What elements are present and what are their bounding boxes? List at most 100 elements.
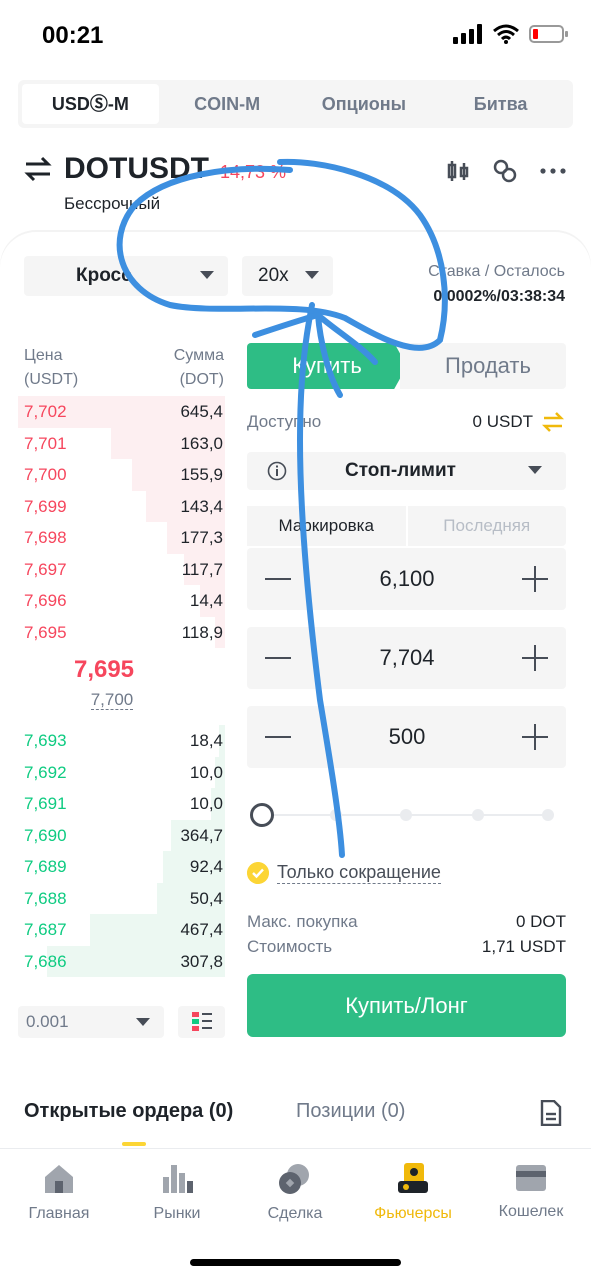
- candlestick-chart-icon[interactable]: [446, 159, 470, 183]
- amount-header-line: Сумма: [173, 347, 224, 364]
- bid-rows: 7,693 18,4 7,692 10,0 7,691 10,0 7,690 364,7 7,6…: [18, 725, 225, 977]
- tab-battle[interactable]: Битва: [432, 84, 569, 124]
- limit-price-input[interactable]: 7,704: [307, 645, 507, 671]
- max-buy-label: Макс. покупка: [247, 912, 358, 931]
- sell-tab[interactable]: Продать: [400, 343, 566, 389]
- amount-input[interactable]: 500: [307, 724, 507, 750]
- nav-home[interactable]: Главная: [0, 1163, 118, 1223]
- bid-row[interactable]: 7,693 18,4: [18, 725, 225, 757]
- contract-type-tabs: USDⓈ-M COIN-M Опционы Битва: [18, 80, 573, 128]
- reduce-only-option[interactable]: Только сокращение: [247, 862, 441, 884]
- margin-mode-select[interactable]: Кросс: [24, 256, 228, 296]
- cost-label: Стоимость: [247, 937, 333, 956]
- amount-slider[interactable]: [250, 802, 560, 828]
- ask-row[interactable]: 7,702 645,4: [18, 396, 225, 428]
- order-type-select[interactable]: Стоп-лимит: [247, 452, 566, 490]
- price-header-unit: (USDT): [24, 371, 79, 388]
- transfer-icon[interactable]: [541, 410, 565, 434]
- info-icon[interactable]: [267, 461, 287, 481]
- ask-amount: 177,3: [180, 528, 223, 547]
- nav-futures-label: Фьючерсы: [374, 1205, 452, 1222]
- tab-mark-price[interactable]: Маркировка: [247, 506, 408, 546]
- nav-wallet-label: Кошелек: [498, 1203, 564, 1220]
- minus-icon[interactable]: [265, 578, 291, 580]
- order-book-layout-button[interactable]: [178, 1006, 225, 1038]
- slider-step-25[interactable]: [330, 809, 342, 821]
- nav-futures[interactable]: Фьючерсы: [354, 1163, 472, 1223]
- minus-icon[interactable]: [265, 657, 291, 659]
- ask-row[interactable]: 7,700 155,9: [18, 459, 225, 491]
- last-price[interactable]: 7,695: [24, 656, 184, 684]
- leverage-select[interactable]: 20x: [242, 256, 333, 296]
- bid-amount: 10,0: [189, 762, 223, 782]
- minus-icon[interactable]: [265, 736, 291, 738]
- symbol-change: -14,73 %: [214, 162, 287, 182]
- checkmark-icon[interactable]: [247, 862, 269, 884]
- price-header-line: Цена: [24, 347, 63, 364]
- buy-tab[interactable]: Купить: [247, 343, 407, 389]
- reduce-only-label: Только сокращение: [277, 862, 441, 884]
- bid-row[interactable]: 7,687 467,4: [18, 914, 225, 946]
- bid-row[interactable]: 7,688 50,4: [18, 882, 225, 914]
- ask-row[interactable]: 7,698 177,3: [18, 522, 225, 554]
- ask-price: 7,701: [24, 433, 67, 453]
- slider-step-100[interactable]: [542, 809, 554, 821]
- tab-usds-m[interactable]: USDⓈ-M: [22, 84, 159, 124]
- plus-icon[interactable]: [522, 724, 548, 750]
- stop-price-input[interactable]: 6,100: [307, 566, 507, 592]
- amount-header-unit: (DOT): [179, 371, 224, 388]
- slider-knob[interactable]: [250, 803, 274, 827]
- slider-step-50[interactable]: [400, 809, 412, 821]
- mark-price-value: 7,700: [90, 690, 134, 710]
- order-history-icon[interactable]: [540, 1100, 562, 1126]
- bid-row[interactable]: 7,689 92,4: [18, 851, 225, 883]
- tab-coin-m[interactable]: COIN-M: [159, 84, 296, 124]
- header-icons: [446, 158, 566, 184]
- bid-price: 7,691: [24, 794, 67, 813]
- ask-price: 7,699: [24, 496, 67, 516]
- caret-down-icon: [305, 271, 319, 279]
- ask-row[interactable]: 7,697 117,7: [18, 553, 225, 585]
- bid-row[interactable]: 7,692 10,0: [18, 756, 225, 788]
- status-icons: [453, 24, 569, 44]
- price-step-select[interactable]: 0.001: [18, 1006, 164, 1038]
- ask-price: 7,700: [24, 465, 67, 484]
- swap-pairs-icon[interactable]: [24, 156, 52, 182]
- stop-price-stepper: 6,100: [247, 548, 566, 610]
- symbol-name[interactable]: DOTUSDT: [64, 152, 209, 186]
- cost-value: 1,71 USDT: [481, 937, 566, 956]
- bid-price: 7,686: [24, 951, 67, 971]
- bid-amount: 467,4: [180, 920, 223, 939]
- nav-wallet[interactable]: Кошелек: [472, 1163, 590, 1221]
- ask-row[interactable]: 7,696 14,4: [18, 585, 225, 617]
- bid-row[interactable]: 7,690 364,7: [18, 819, 225, 851]
- strategy-icon[interactable]: [492, 158, 518, 184]
- bid-row[interactable]: 7,691 10,0: [18, 788, 225, 820]
- amount-column-header: Сумма (DOT): [174, 344, 224, 392]
- limit-price-stepper: 7,704: [247, 627, 566, 689]
- nav-home-label: Главная: [28, 1205, 90, 1222]
- home-indicator: [190, 1259, 401, 1266]
- status-bar: 00:21: [0, 0, 591, 72]
- tab-last-price[interactable]: Последняя: [408, 506, 567, 546]
- home-icon: [45, 1165, 73, 1193]
- buy-long-button[interactable]: Купить/Лонг: [247, 974, 566, 1037]
- tab-options[interactable]: Опционы: [296, 84, 433, 124]
- bid-row[interactable]: 7,686 307,8: [18, 945, 225, 977]
- ask-row[interactable]: 7,695 118,9: [18, 616, 225, 648]
- nav-markets[interactable]: Рынки: [118, 1163, 236, 1223]
- funding-value: 0.0002%/03:38:34: [433, 288, 565, 305]
- ask-row[interactable]: 7,699 143,4: [18, 490, 225, 522]
- bid-amount: 10,0: [189, 794, 223, 813]
- ask-price: 7,702: [24, 402, 67, 421]
- slider-step-75[interactable]: [472, 809, 484, 821]
- tab-positions[interactable]: Позиции (0): [296, 1100, 405, 1123]
- ask-row[interactable]: 7,701 163,0: [18, 427, 225, 459]
- tab-open-orders[interactable]: Открытые ордера (0): [24, 1100, 233, 1123]
- plus-icon[interactable]: [522, 645, 548, 671]
- bid-amount: 364,7: [180, 825, 223, 845]
- ask-price: 7,695: [24, 622, 67, 642]
- nav-trade[interactable]: Сделка: [236, 1163, 354, 1223]
- plus-icon[interactable]: [522, 566, 548, 592]
- more-icon[interactable]: [540, 167, 566, 175]
